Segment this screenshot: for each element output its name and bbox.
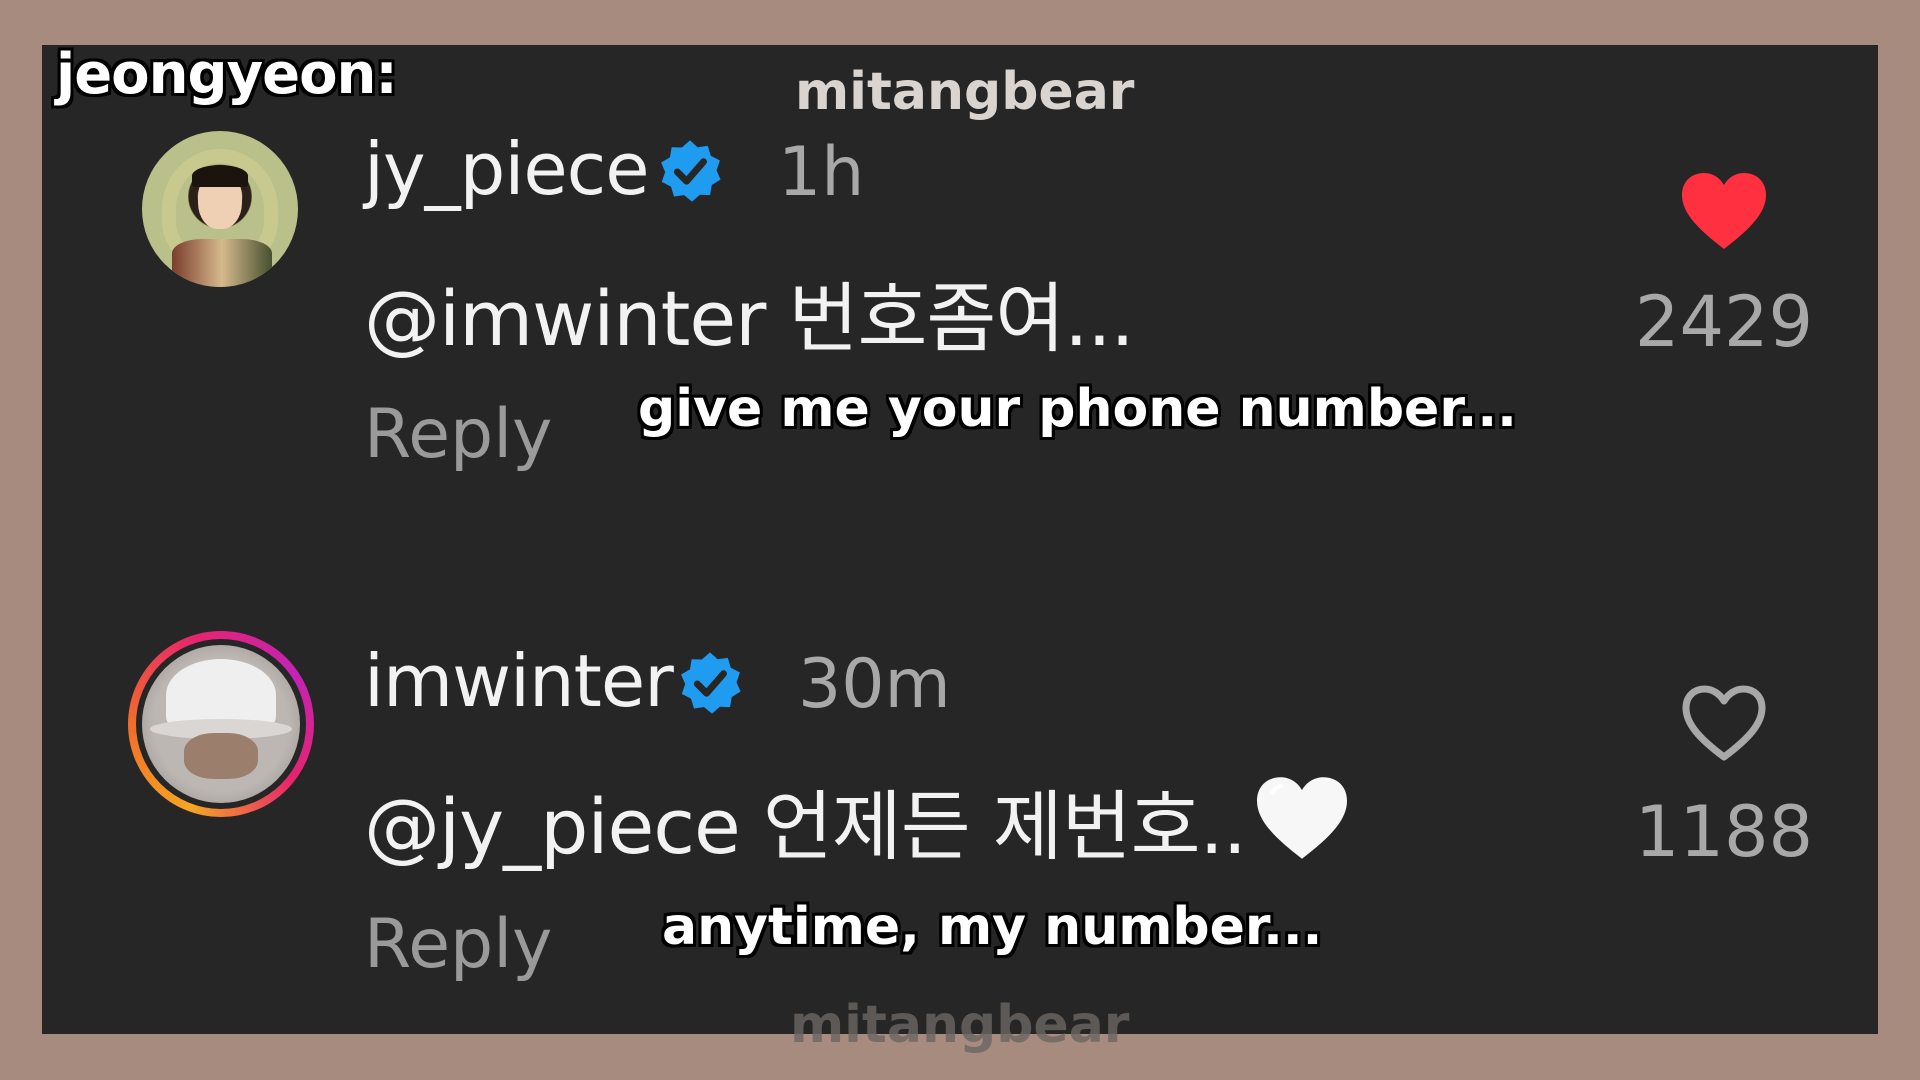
verified-badge-icon — [681, 652, 741, 714]
reply-button[interactable]: Reply — [364, 905, 552, 984]
comment-text: @jy_piece 언제든 제번호.. — [364, 765, 1352, 875]
like-count: 2429 — [1634, 281, 1814, 363]
comment-timestamp: 30m — [798, 645, 951, 724]
comment-username[interactable]: imwinter — [364, 639, 674, 723]
comments-panel: jy_piece 1h @imwinter 번호좀여... Reply give… — [42, 45, 1878, 1034]
story-ring-profile-photo-icon[interactable] — [142, 645, 300, 803]
comment-text: @imwinter 번호좀여... — [364, 274, 1135, 363]
speaker-label: jeongyeon: — [56, 42, 398, 107]
like-count: 1188 — [1634, 791, 1814, 873]
comment-text-content: @jy_piece 언제든 제번호.. — [364, 782, 1247, 871]
comment-username[interactable]: jy_piece — [364, 127, 649, 211]
heart-filled-icon[interactable] — [1678, 169, 1770, 253]
profile-photo-icon[interactable] — [142, 131, 298, 287]
verified-badge-icon — [661, 140, 721, 202]
subtitle-caption: give me your phone number... — [638, 379, 1517, 439]
heart-outline-icon[interactable] — [1678, 681, 1770, 765]
reply-button[interactable]: Reply — [364, 395, 552, 474]
white-heart-emoji-icon — [1256, 777, 1347, 859]
subtitle-caption: anytime, my number... — [662, 897, 1323, 957]
comment-timestamp: 1h — [778, 133, 865, 212]
watermark: mitangbear — [790, 995, 1130, 1055]
watermark: mitangbear — [795, 62, 1135, 122]
